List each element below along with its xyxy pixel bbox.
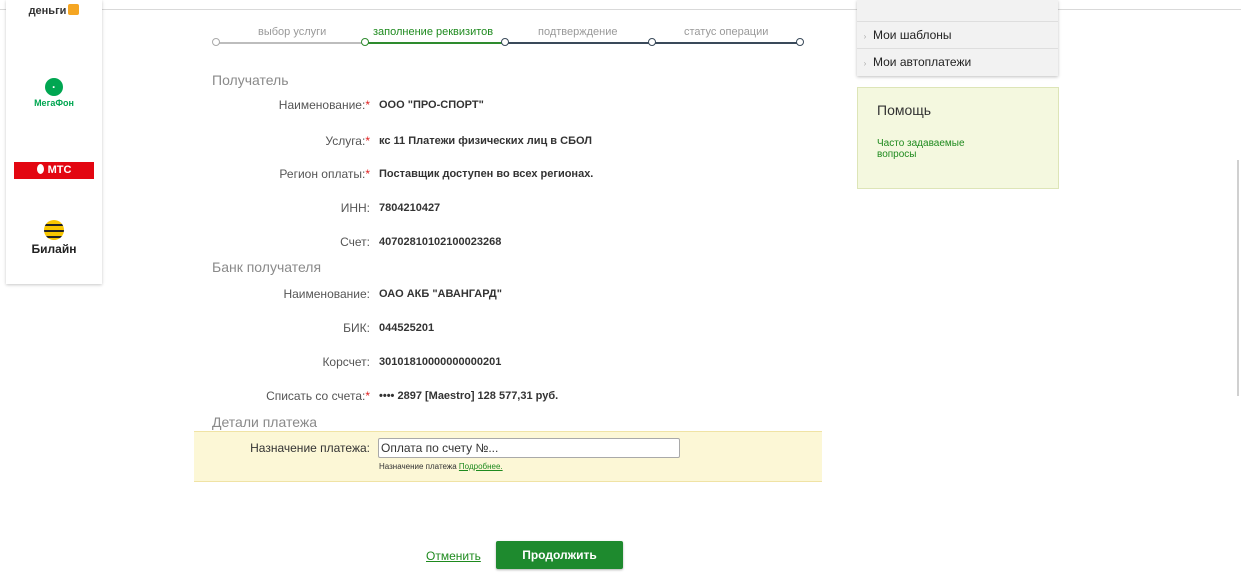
mts-logo-icon: МТС (14, 162, 94, 179)
step-label-status: статус операции (684, 26, 769, 38)
account-value: 40702810102100023268 (379, 236, 502, 248)
bank-name-label: Наименование: (283, 287, 370, 301)
region-label: Регион оплаты:* (279, 167, 370, 181)
operators-sidebar: деньги · МегаФон МТС Билайн (6, 0, 102, 284)
step-dot (648, 38, 656, 46)
debit-account-value[interactable]: •••• 2897 [Maestro] 128 577,31 руб. (379, 390, 558, 402)
recipient-name-label: Наименование:* (278, 98, 370, 112)
megafon-logo-icon: · (45, 78, 63, 96)
bank-name-value: ОАО АКБ "АВАНГАРД" (379, 288, 502, 300)
help-title: Помощь (877, 102, 932, 118)
right-menu: › Мои шаблоны › Мои автоплатежи (857, 0, 1058, 76)
scrollbar[interactable] (1237, 160, 1239, 396)
bik-label: БИК: (343, 321, 370, 335)
bik-value: 044525201 (379, 322, 435, 334)
step-track-done (214, 42, 364, 44)
more-info-link[interactable]: Подробнее. (459, 462, 503, 471)
operator-beeline-label: Билайн (31, 242, 77, 256)
menu-item-autopayments[interactable]: › Мои автоплатежи (857, 49, 1058, 75)
operator-mts[interactable]: МТС (6, 160, 102, 179)
corr-account-value: 30101810000000000201 (379, 356, 502, 368)
corr-account-label: Корсчет: (322, 355, 370, 369)
beeline-logo-icon (44, 220, 64, 240)
recipient-section-title: Получатель (212, 72, 289, 88)
help-panel: Помощь Часто задаваемые вопросы (857, 87, 1059, 189)
operator-megafon-label: МегаФон (34, 98, 74, 108)
service-label: Услуга:* (325, 134, 370, 148)
chevron-right-icon: › (863, 59, 867, 68)
debit-account-label: Списать со счета:* (266, 389, 370, 403)
operator-dengi[interactable]: деньги (6, 4, 102, 17)
dengi-logo-icon (68, 4, 80, 15)
purpose-hint: Назначение платежа Подробнее. (379, 462, 503, 471)
bank-section-title: Банк получателя (212, 259, 322, 275)
chevron-right-icon: › (863, 32, 867, 41)
step-dot (212, 38, 220, 46)
step-dot (361, 38, 369, 46)
cancel-link[interactable]: Отменить (426, 549, 481, 563)
operator-beeline[interactable]: Билайн (6, 220, 102, 256)
service-value: кс 11 Платежи физических лиц в СБОЛ (379, 135, 592, 147)
step-dot (796, 38, 804, 46)
step-label-service: выбор услуги (258, 26, 327, 38)
details-section-title: Детали платежа (212, 414, 317, 430)
menu-item-templates[interactable]: › Мои шаблоны (857, 22, 1058, 48)
continue-button[interactable]: Продолжить (496, 541, 623, 569)
inn-value: 7804210427 (379, 202, 441, 214)
operator-mts-label: МТС (47, 164, 72, 176)
purpose-label: Назначение платежа: (250, 441, 370, 455)
step-track-active (364, 42, 508, 44)
step-label-confirm: подтверждение (538, 26, 618, 38)
faq-link[interactable]: Часто задаваемые вопросы (877, 138, 997, 160)
recipient-name-value: ООО "ПРО-СПОРТ" (379, 99, 484, 111)
inn-label: ИНН: (340, 201, 370, 215)
operator-megafon[interactable]: · МегаФон (6, 78, 102, 108)
step-label-details: заполнение реквизитов (373, 26, 494, 38)
progress-steps: выбор услуги заполнение реквизитов подтв… (212, 0, 804, 48)
operator-dengi-label: деньги (28, 5, 67, 17)
account-label: Счет: (340, 235, 370, 249)
step-dot (501, 38, 509, 46)
region-value: Поставщик доступен во всех регионах. (379, 168, 594, 180)
purpose-input[interactable] (378, 438, 680, 458)
